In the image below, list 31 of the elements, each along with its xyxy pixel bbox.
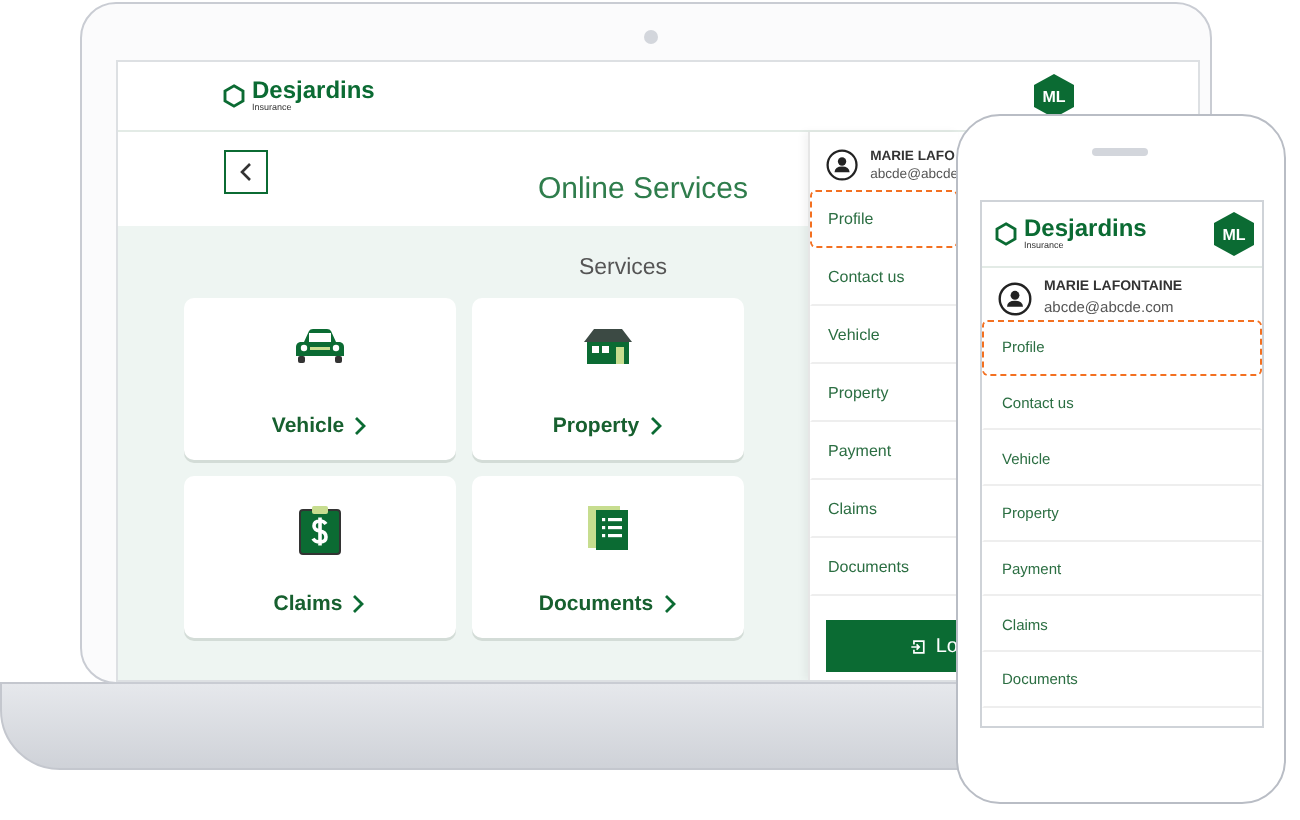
car-icon [293,326,345,366]
card-label: Property [552,414,640,438]
section-title: Services [578,256,668,280]
card-label: Vehicle [271,414,345,438]
service-card[interactable]: Property [471,298,743,460]
hexagon-logo-icon [222,84,246,108]
page-title: Online Services [537,172,748,206]
service-card[interactable]: Documents [471,476,743,638]
logout-icon [910,635,926,657]
card-label: Claims [273,592,343,616]
service-card[interactable]: Vehicle [183,298,455,460]
service-card[interactable]: Claims [183,476,455,638]
brand-name: Desjardins [1024,216,1147,241]
brand-name: Desjardins [252,78,375,103]
back-button[interactable] [224,150,268,194]
user-icon [826,148,859,182]
house-icon [581,326,633,366]
chevron-icon [354,416,367,436]
card-label: Documents [538,592,654,616]
chevron-icon [352,594,365,614]
user-avatar[interactable]: ML [1214,212,1254,256]
webcam [644,30,658,44]
hexagon-logo-icon [994,222,1018,246]
back-chevron-icon [240,162,252,182]
phone-speaker [1092,148,1148,156]
chevron-icon [663,594,676,614]
user-avatar[interactable]: ML [1034,74,1074,118]
clipboard-dollar-icon [297,504,341,556]
chevron-icon [649,416,662,436]
document-list-icon [585,504,629,552]
user-icon [998,281,1032,315]
